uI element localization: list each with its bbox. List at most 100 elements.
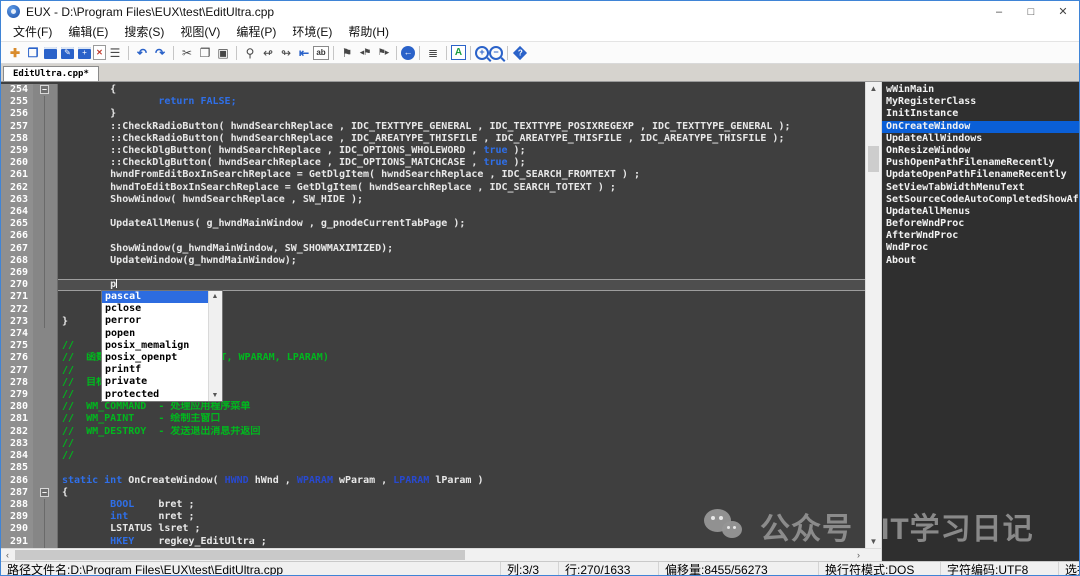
save-all-files-icon[interactable]: +: [78, 47, 91, 59]
code-line-269[interactable]: 269: [1, 267, 865, 279]
autocomplete-item-private[interactable]: private: [102, 376, 208, 388]
function-list-item-UpdateAllMenus[interactable]: UpdateAllMenus: [882, 206, 1079, 218]
code-text[interactable]: ::CheckDlgButton( hwndSearchReplace , ID…: [58, 145, 865, 157]
code-text[interactable]: ::CheckRadioButton( hwndSearchReplace , …: [58, 133, 865, 145]
autocomplete-item-popen[interactable]: popen: [102, 328, 208, 340]
code-line-255[interactable]: 255 return FALSE;: [1, 96, 865, 108]
code-text[interactable]: UpdateWindow(g_hwndMainWindow);: [58, 255, 865, 267]
open-file-icon[interactable]: ❐: [24, 44, 42, 61]
code-text[interactable]: hwndFromEditBoxInSearchReplace = GetDlgI…: [58, 169, 865, 181]
autocomplete-item-posix_openpt[interactable]: posix_openpt: [102, 352, 208, 364]
scroll-right-arrow-icon[interactable]: ›: [852, 549, 865, 561]
function-list-item-OnResizeWindow[interactable]: OnResizeWindow: [882, 145, 1079, 157]
function-list-item-BeforeWndProc[interactable]: BeforeWndProc: [882, 218, 1079, 230]
find-icon[interactable]: ⚲: [241, 44, 259, 61]
code-line-263[interactable]: 263 ShowWindow( hwndSearchReplace , SW_H…: [1, 194, 865, 206]
code-line-264[interactable]: 264: [1, 206, 865, 218]
redo-icon[interactable]: ↷: [151, 44, 169, 61]
paste-icon[interactable]: ▣: [214, 44, 232, 61]
menu-edit[interactable]: 编辑(E): [60, 23, 116, 40]
new-file-icon[interactable]: ✚: [6, 44, 24, 61]
autocomplete-scroll-down-icon[interactable]: ▼: [209, 390, 221, 401]
function-list-item-wWinMain[interactable]: wWinMain: [882, 84, 1079, 96]
code-text[interactable]: // WM_PAINT - 绘制主窗口: [58, 413, 865, 425]
menu-file[interactable]: 文件(F): [5, 23, 60, 40]
navigate-back-icon[interactable]: ←: [401, 46, 415, 60]
function-list-item-MyRegisterClass[interactable]: MyRegisterClass: [882, 96, 1079, 108]
code-text[interactable]: BOOL bret ;: [58, 499, 865, 511]
code-line-281[interactable]: 281// WM_PAINT - 绘制主窗口: [1, 413, 865, 425]
menu-search[interactable]: 搜索(S): [116, 23, 172, 40]
code-text[interactable]: ::CheckDlgButton( hwndSearchReplace , ID…: [58, 157, 865, 169]
syntax-highlight-icon[interactable]: A: [451, 45, 466, 60]
code-line-287[interactable]: 287−{: [1, 487, 865, 499]
code-line-254[interactable]: 254− {: [1, 84, 865, 96]
code-line-267[interactable]: 267 ShowWindow(g_hwndMainWindow, SW_SHOW…: [1, 243, 865, 255]
code-text[interactable]: {: [58, 84, 865, 96]
function-list-item-UpdateOpenPathFilenameRecently[interactable]: UpdateOpenPathFilenameRecently: [882, 169, 1079, 181]
code-line-289[interactable]: 289 int nret ;: [1, 511, 865, 523]
code-line-258[interactable]: 258 ::CheckRadioButton( hwndSearchReplac…: [1, 133, 865, 145]
editor-horizontal-scrollbar[interactable]: ‹ ›: [1, 548, 881, 561]
find-next-icon[interactable]: ↬: [277, 44, 295, 61]
code-text[interactable]: {: [58, 487, 865, 499]
function-list-item-About[interactable]: About: [882, 255, 1079, 267]
code-line-257[interactable]: 257 ::CheckRadioButton( hwndSearchReplac…: [1, 121, 865, 133]
code-text[interactable]: HKEY regkey_EditUltra ;: [58, 536, 865, 548]
editor-vertical-scrollbar[interactable]: ▲ ▼: [865, 82, 881, 548]
vertical-scroll-thumb[interactable]: [868, 146, 879, 172]
horizontal-scroll-thumb[interactable]: [15, 550, 465, 560]
bookmark-icon[interactable]: ⚑: [338, 44, 356, 61]
save-file-icon[interactable]: [44, 47, 57, 59]
function-list-item-UpdateAllWindows[interactable]: UpdateAllWindows: [882, 133, 1079, 145]
code-line-285[interactable]: 285: [1, 462, 865, 474]
menu-view[interactable]: 视图(V): [172, 23, 228, 40]
code-line-288[interactable]: 288 BOOL bret ;: [1, 499, 865, 511]
function-list-item-OnCreateWindow[interactable]: OnCreateWindow: [882, 121, 1079, 133]
save-as-file-icon[interactable]: ✎: [61, 47, 74, 59]
function-list-item-WndProc[interactable]: WndProc: [882, 242, 1079, 254]
cut-icon[interactable]: ✂: [178, 44, 196, 61]
code-line-256[interactable]: 256 }: [1, 108, 865, 120]
autocomplete-item-posix_memalign[interactable]: posix_memalign: [102, 340, 208, 352]
code-text[interactable]: int nret ;: [58, 511, 865, 523]
code-line-260[interactable]: 260 ::CheckDlgButton( hwndSearchReplace …: [1, 157, 865, 169]
function-list-item-AfterWndProc[interactable]: AfterWndProc: [882, 230, 1079, 242]
autocomplete-scroll-up-icon[interactable]: ▲: [209, 291, 221, 302]
zoom-out-icon[interactable]: −: [489, 46, 503, 60]
code-text[interactable]: [58, 230, 865, 242]
code-text[interactable]: [58, 206, 865, 218]
view-options-icon[interactable]: ≣: [424, 44, 442, 61]
replace-icon[interactable]: ab: [313, 46, 329, 60]
goto-line-icon[interactable]: ⇤: [295, 44, 313, 61]
line-settings-icon[interactable]: ☰: [106, 44, 124, 61]
code-text[interactable]: ::CheckRadioButton( hwndSearchReplace , …: [58, 121, 865, 133]
fold-marker-icon[interactable]: −: [40, 488, 49, 497]
code-line-266[interactable]: 266: [1, 230, 865, 242]
code-text[interactable]: [58, 462, 865, 474]
code-text[interactable]: ShowWindow( hwndSearchReplace , SW_HIDE …: [58, 194, 865, 206]
code-text[interactable]: hwndToEditBoxInSearchReplace = GetDlgIte…: [58, 182, 865, 194]
code-line-268[interactable]: 268 UpdateWindow(g_hwndMainWindow);: [1, 255, 865, 267]
find-prev-icon[interactable]: ↫: [259, 44, 277, 61]
code-text[interactable]: return FALSE;: [58, 96, 865, 108]
about-icon[interactable]: ?: [513, 45, 527, 59]
zoom-in-icon[interactable]: +: [475, 46, 489, 60]
code-line-282[interactable]: 282// WM_DESTROY - 发送退出消息并返回: [1, 426, 865, 438]
scroll-down-arrow-icon[interactable]: ▼: [866, 535, 881, 548]
code-line-261[interactable]: 261 hwndFromEditBoxInSearchReplace = Get…: [1, 169, 865, 181]
code-text[interactable]: // WM_COMMAND - 处理应用程序菜单: [58, 401, 865, 413]
autocomplete-item-printf[interactable]: printf: [102, 364, 208, 376]
function-list-item-PushOpenPathFilenameRecently[interactable]: PushOpenPathFilenameRecently: [882, 157, 1079, 169]
code-text[interactable]: }: [58, 108, 865, 120]
autocomplete-item-pascal[interactable]: pascal: [102, 291, 208, 303]
copy-icon[interactable]: ❐: [196, 44, 214, 61]
code-text[interactable]: [58, 267, 865, 279]
close-button[interactable]: ✕: [1047, 1, 1079, 22]
autocomplete-scrollbar[interactable]: ▲ ▼: [208, 291, 222, 401]
code-text[interactable]: static int OnCreateWindow( HWND hWnd , W…: [58, 475, 865, 487]
menu-help[interactable]: 帮助(H): [340, 23, 397, 40]
code-text[interactable]: ShowWindow(g_hwndMainWindow, SW_SHOWMAXI…: [58, 243, 865, 255]
code-line-286[interactable]: 286static int OnCreateWindow( HWND hWnd …: [1, 475, 865, 487]
code-line-259[interactable]: 259 ::CheckDlgButton( hwndSearchReplace …: [1, 145, 865, 157]
